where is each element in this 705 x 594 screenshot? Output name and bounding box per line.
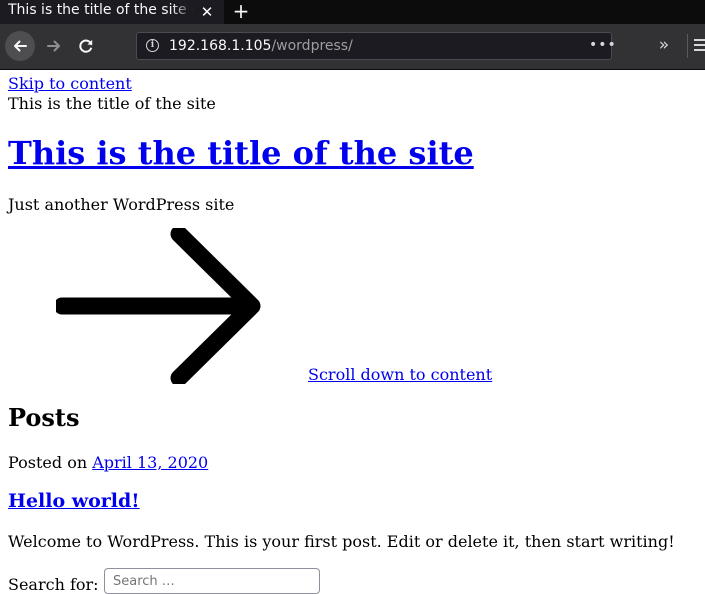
site-title-link[interactable]: This is the title of the site (8, 134, 474, 172)
page-actions-icon[interactable]: ••• (589, 37, 617, 53)
post-date-link[interactable]: April 13, 2020 (92, 453, 208, 472)
search-input[interactable] (104, 568, 320, 594)
site-title-plain: This is the title of the site (8, 94, 216, 113)
posts-heading: Posts (8, 403, 80, 432)
post-excerpt: Welcome to WordPress. This is your first… (8, 532, 675, 551)
posted-on-label: Posted on (8, 453, 93, 472)
url-path: /wordpress/ (271, 38, 353, 54)
active-tab[interactable]: This is the title of the site – Just ano… (0, 0, 224, 24)
hamburger-menu-icon[interactable] (694, 39, 705, 53)
post-title: Hello world! (8, 490, 140, 512)
forward-button[interactable] (39, 31, 69, 61)
url-text[interactable]: 192.168.1.105/wordpress/ (169, 38, 353, 54)
arrow-right-icon (56, 228, 261, 384)
post-title-link[interactable]: Hello world! (8, 490, 140, 512)
reload-button[interactable] (71, 31, 101, 61)
scroll-down-link[interactable]: Scroll down to content (308, 365, 492, 384)
info-icon[interactable]: i (146, 39, 159, 52)
skip-to-content-link[interactable]: Skip to content (8, 74, 132, 93)
post-meta: Posted on April 13, 2020 (8, 453, 208, 472)
tab-close-icon[interactable]: ✕ (198, 3, 216, 21)
forward-arrow-icon (47, 40, 60, 52)
tab-strip: This is the title of the site – Just ano… (0, 0, 705, 24)
site-tagline: Just another WordPress site (8, 195, 235, 214)
new-tab-icon[interactable]: + (229, 0, 253, 24)
tab-title: This is the title of the site – Just ano… (8, 2, 194, 18)
url-host: 192.168.1.105 (169, 38, 272, 54)
site-title-heading: This is the title of the site (8, 134, 474, 172)
overflow-chevron-icon[interactable]: » (653, 35, 675, 57)
back-arrow-icon (14, 40, 27, 52)
reload-icon (79, 39, 93, 53)
navigation-toolbar: i 192.168.1.105/wordpress/ ••• » (0, 24, 705, 70)
toolbar-divider (687, 34, 688, 58)
back-button[interactable] (5, 31, 35, 61)
address-bar[interactable]: i 192.168.1.105/wordpress/ ••• (136, 32, 616, 60)
